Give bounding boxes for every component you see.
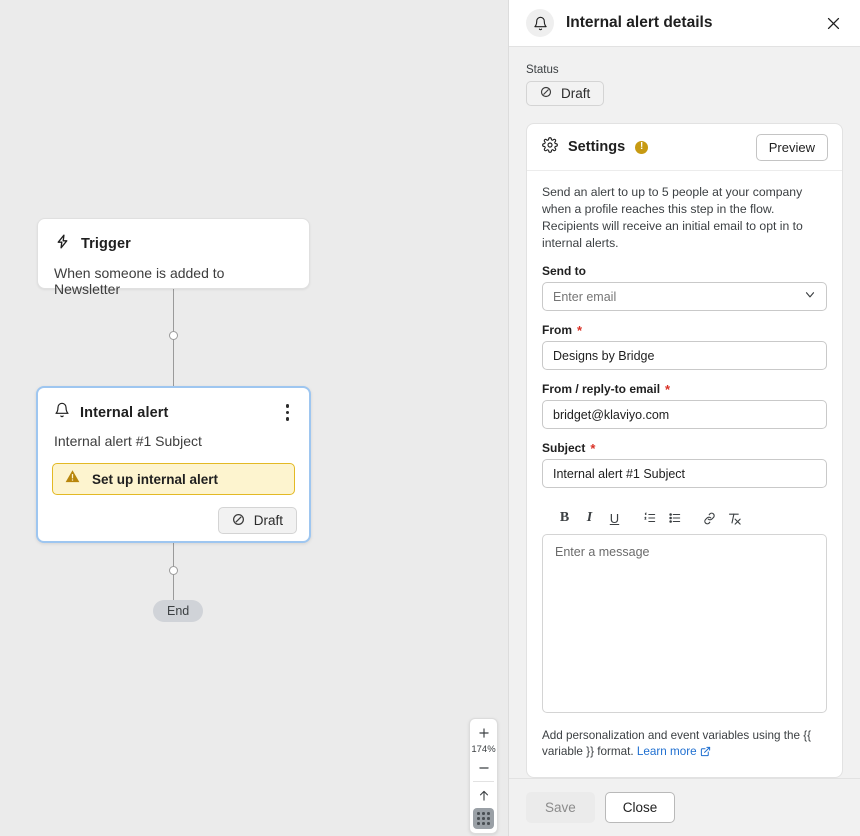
setup-warning-banner[interactable]: Set up internal alert — [52, 463, 295, 495]
reply-to-email-input[interactable] — [542, 400, 827, 429]
warning-triangle-icon — [65, 469, 80, 489]
draft-icon — [232, 513, 245, 529]
close-icon[interactable] — [821, 11, 846, 36]
warning-badge-icon: ! — [635, 141, 648, 154]
learn-more-link[interactable]: Learn more — [637, 745, 697, 758]
subject-input[interactable] — [542, 459, 827, 488]
gear-icon — [542, 137, 558, 158]
kebab-icon[interactable] — [282, 402, 294, 423]
draft-icon — [540, 86, 552, 101]
subject-label: Subject * — [542, 441, 827, 455]
zoom-out-button[interactable] — [470, 757, 497, 778]
required-asterisk: * — [577, 324, 582, 337]
panel-body: Status Draft — [509, 47, 860, 778]
link-icon[interactable] — [697, 506, 722, 531]
edge-add-step-button-1[interactable] — [169, 331, 178, 340]
details-panel: Internal alert details Status Draft — [508, 0, 860, 836]
bell-icon — [54, 402, 70, 423]
cancel-button[interactable]: Close — [605, 792, 676, 823]
personalization-help-text: Add personalization and event variables … — [542, 728, 827, 762]
clear-format-icon[interactable] — [722, 506, 747, 531]
trigger-node-header: Trigger — [38, 219, 309, 255]
flow-canvas[interactable]: Trigger When someone is added to Newslet… — [0, 0, 508, 836]
flow-node-end[interactable]: End — [153, 600, 203, 622]
required-asterisk: * — [665, 383, 670, 396]
alert-node-subtitle: Internal alert #1 Subject — [38, 423, 309, 449]
reply-to-label: From / reply-to email * — [542, 382, 827, 396]
alert-node-title: Internal alert — [80, 405, 168, 421]
from-label-text: From — [542, 323, 572, 337]
preview-button[interactable]: Preview — [756, 134, 828, 161]
zoom-in-button[interactable] — [470, 722, 497, 743]
end-label: End — [167, 604, 189, 618]
settings-description: Send an alert to up to 5 people at your … — [542, 184, 827, 252]
toolbar-divider — [473, 781, 494, 782]
edge-add-step-button-2[interactable] — [169, 566, 178, 575]
send-to-input[interactable] — [542, 282, 827, 311]
message-textarea[interactable] — [542, 534, 827, 713]
flow-node-internal-alert[interactable]: Internal alert Internal alert #1 Subject… — [36, 386, 311, 543]
settings-card-body: Send an alert to up to 5 people at your … — [527, 171, 842, 777]
settings-card: Settings ! Preview Send an alert to up t… — [526, 123, 843, 778]
from-input[interactable] — [542, 341, 827, 370]
flow-node-trigger[interactable]: Trigger When someone is added to Newslet… — [37, 218, 310, 289]
send-to-label-text: Send to — [542, 264, 586, 278]
alert-node-header: Internal alert — [38, 388, 309, 423]
italic-icon[interactable]: I — [577, 506, 602, 531]
bulleted-list-icon[interactable] — [662, 506, 687, 531]
grid-icon[interactable] — [473, 808, 494, 829]
status-label: Status — [526, 64, 843, 76]
settings-card-title: Settings — [568, 139, 625, 155]
zoom-level-label: 174% — [471, 743, 495, 757]
setup-warning-label: Set up internal alert — [92, 472, 218, 487]
trigger-node-subtitle: When someone is added to Newsletter — [38, 255, 309, 297]
alert-node-footer: Draft — [38, 495, 309, 548]
reply-to-label-text: From / reply-to email — [542, 382, 660, 396]
send-to-label: Send to — [542, 264, 827, 278]
page-title: Internal alert details — [566, 14, 712, 32]
required-asterisk: * — [590, 442, 595, 455]
lightning-icon — [54, 233, 71, 255]
rich-text-toolbar: B I U — [542, 502, 827, 534]
status-badge[interactable]: Draft — [526, 81, 604, 106]
send-to-select-wrapper — [542, 282, 827, 311]
zoom-toolbar[interactable]: 174% — [469, 718, 498, 834]
underline-icon[interactable]: U — [602, 506, 627, 531]
settings-card-header: Settings ! Preview — [527, 124, 842, 171]
app-root: Trigger When someone is added to Newslet… — [0, 0, 860, 836]
numbered-list-icon[interactable] — [637, 506, 662, 531]
external-link-icon[interactable] — [700, 746, 711, 762]
subject-label-text: Subject — [542, 441, 585, 455]
bold-icon[interactable]: B — [552, 506, 577, 531]
status-badge-label: Draft — [561, 86, 590, 101]
save-button[interactable]: Save — [526, 792, 595, 823]
bell-icon — [526, 9, 554, 37]
node-status-label: Draft — [254, 513, 283, 528]
panel-footer: Save Close — [509, 778, 860, 836]
panel-header: Internal alert details — [509, 0, 860, 47]
fit-to-screen-button[interactable] — [470, 785, 497, 806]
trigger-node-title: Trigger — [81, 236, 131, 252]
from-label: From * — [542, 323, 827, 337]
node-status-chip[interactable]: Draft — [218, 507, 297, 534]
